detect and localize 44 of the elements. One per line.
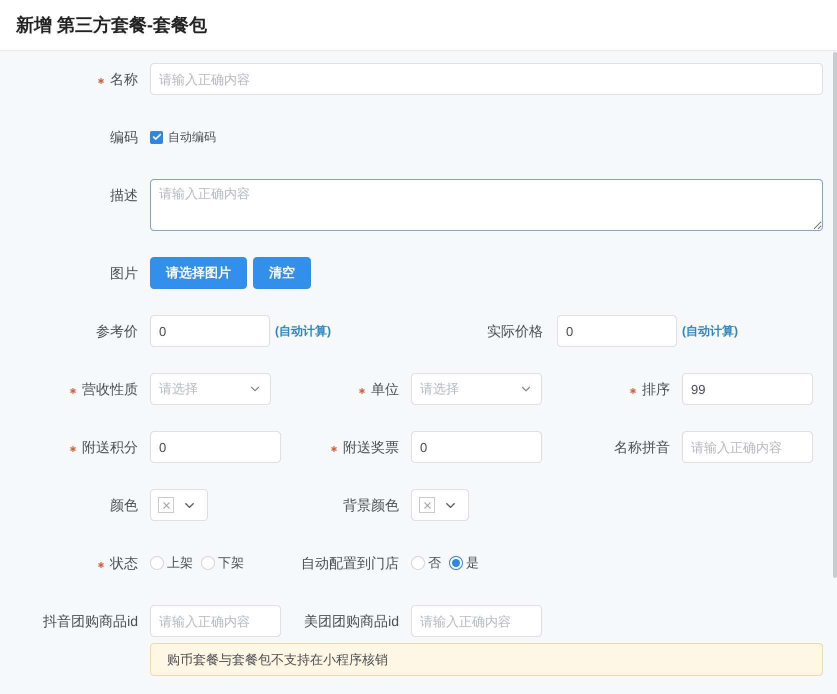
checkbox-label: 自动编码 [168,129,216,146]
field-label: 排序 [642,380,670,398]
field-label: 颜色 [110,496,138,514]
field-label: 名称 [110,70,138,88]
field-label: 附送积分 [82,438,138,456]
radio-label: 上架 [167,554,193,572]
radio-button[interactable] [449,556,463,570]
radio-label: 下架 [218,554,244,572]
field-label: 图片 [110,264,138,282]
field-label: 编码 [110,128,138,146]
dialog-title: 新增 第三方套餐-套餐包 [16,14,207,36]
field-label: 附送奖票 [343,438,399,456]
notice-banner: 购币套餐与套餐包不支持在小程序核销 [150,643,823,676]
color-picker[interactable] [150,489,208,521]
field-label: 美团团购商品id [304,612,399,630]
input-field[interactable]: 请输入正确内容 [682,431,813,463]
readonly-field[interactable]: 0 [557,315,677,347]
input-field[interactable]: 99 [682,373,813,405]
field-label: 背景颜色 [343,496,399,514]
empty-color-icon [158,497,174,513]
input-field[interactable]: 0 [150,431,281,463]
field-label: 抖音团购商品id [43,612,138,630]
empty-color-icon [419,497,435,513]
radio-label: 是 [466,554,479,572]
field-label: 营收性质 [82,380,138,398]
scrollbar[interactable] [833,52,837,578]
field-label: 自动配置到门店 [301,554,399,572]
checkbox[interactable] [150,130,163,144]
readonly-field[interactable]: 0 [150,315,270,347]
field-label: 参考价 [96,322,138,340]
field-label: 描述 [110,186,138,204]
input-field[interactable]: 请输入正确内容 [411,605,542,637]
field-label: 名称拼音 [614,438,670,456]
color-picker[interactable] [411,489,469,521]
field-label: 单位 [371,380,399,398]
radio-label: 否 [428,554,441,572]
field-label: 实际价格 [487,322,543,340]
text-area[interactable]: 请输入正确内容 [150,179,823,231]
auto-calc-note: (自动计算) [682,323,738,340]
input-field[interactable]: 请输入正确内容 [150,605,281,637]
auto-calc-note: (自动计算) [275,323,331,340]
input-field[interactable]: 0 [411,431,542,463]
input-field[interactable]: 请输入正确内容 [150,63,823,95]
field-label: 状态 [110,554,138,572]
